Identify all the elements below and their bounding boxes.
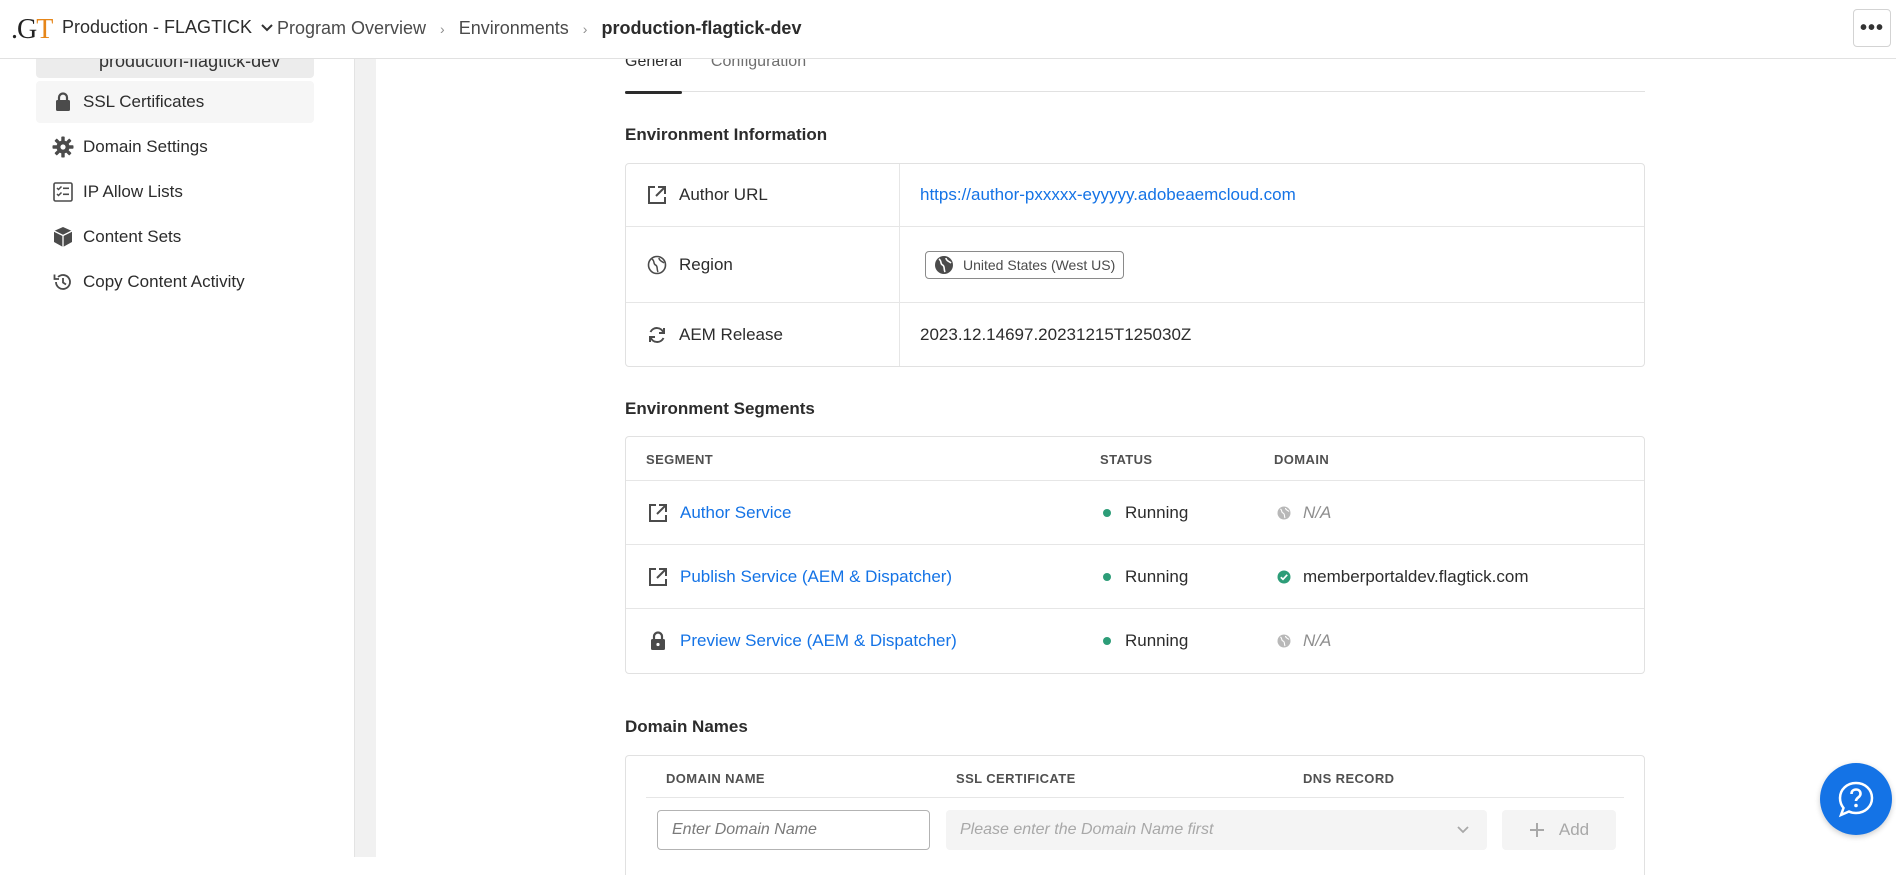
- breadcrumb-environments[interactable]: Environments: [459, 18, 569, 39]
- status-dot-icon: [1103, 637, 1111, 645]
- info-row-aem-release: AEM Release 2023.12.14697.20231215T12503…: [626, 303, 1644, 366]
- globe-icon: [1277, 634, 1291, 648]
- environment-segments-table: SEGMENT STATUS DOMAIN Author Service Run…: [625, 436, 1645, 674]
- sidebar-item-label: Content Sets: [83, 227, 182, 246]
- tab-general[interactable]: General: [625, 53, 682, 94]
- gear-icon: [50, 134, 76, 160]
- tab-configuration[interactable]: Configuration: [711, 53, 806, 92]
- domain-value: N/A: [1303, 502, 1332, 522]
- globe-icon: [1277, 506, 1291, 519]
- chevron-down-icon: [1457, 826, 1469, 834]
- program-name: Production - FLAGTICK: [62, 17, 253, 37]
- table-header: SEGMENT STATUS DOMAIN: [626, 437, 1644, 481]
- add-domain-button[interactable]: Add: [1502, 810, 1616, 850]
- domain-value: N/A: [1303, 631, 1332, 650]
- history-icon: [50, 269, 76, 295]
- top-bar: .GT Production - FLAGTICK Program Overvi…: [0, 0, 1896, 59]
- ssl-certificate-placeholder: Please enter the Domain Name first: [960, 821, 1214, 838]
- table-row: Preview Service (AEM & Dispatcher) Runni…: [626, 609, 1644, 673]
- domain-names-title: Domain Names: [625, 717, 748, 736]
- info-label: Author URL: [679, 185, 768, 204]
- status-dot-icon: [1103, 572, 1111, 581]
- ssl-certificate-select[interactable]: Please enter the Domain Name first: [946, 810, 1487, 850]
- globe-icon: [935, 255, 953, 274]
- external-link-icon: [646, 501, 670, 525]
- chevron-right-icon: ›: [440, 20, 445, 37]
- sidebar-item-ip-allow-lists[interactable]: IP Allow Lists: [36, 171, 314, 213]
- lock-icon: [50, 89, 76, 115]
- lock-icon: [646, 629, 670, 653]
- environment-segments-title: Environment Segments: [625, 399, 815, 418]
- author-url-link[interactable]: https://author-pxxxxx-eyyyyy.adobeaemclo…: [920, 185, 1296, 205]
- domain-value: memberportaldev.flagtick.com: [1303, 566, 1529, 586]
- breadcrumb-program-overview[interactable]: Program Overview: [277, 18, 426, 39]
- column-header-domain: DOMAIN: [1274, 452, 1330, 467]
- plus-icon: [1529, 823, 1544, 837]
- segment-link[interactable]: Preview Service (AEM & Dispatcher): [680, 631, 957, 651]
- chevron-down-icon: [261, 23, 273, 31]
- info-row-region: Region United States (West US): [626, 227, 1644, 303]
- program-switcher[interactable]: Production - FLAGTICK: [62, 17, 274, 38]
- environment-information-card: Author URL https://author-pxxxxx-eyyyyy.…: [625, 163, 1645, 367]
- column-header-dns-record: DNS RECORD: [1303, 771, 1395, 786]
- external-link-icon: [646, 565, 670, 589]
- check-circle-icon: [1277, 570, 1291, 583]
- region-value: United States (West US): [963, 256, 1116, 273]
- status-text: Running: [1125, 631, 1189, 650]
- table-header: DOMAIN NAME SSL CERTIFICATE DNS RECORD: [646, 756, 1624, 798]
- sidebar-item-selected[interactable]: production-flagtick-dev: [36, 51, 314, 78]
- help-button[interactable]: [1820, 763, 1892, 835]
- sidebar-item-label: IP Allow Lists: [83, 182, 183, 201]
- column-header-segment: SEGMENT: [646, 452, 714, 467]
- sidebar-item-label: Domain Settings: [83, 137, 208, 156]
- table-row: Author Service Running N/A: [626, 481, 1644, 545]
- help-chat-icon: [1838, 781, 1874, 818]
- column-header-domain-name: DOMAIN NAME: [666, 771, 766, 786]
- boxes-icon: [50, 224, 76, 250]
- external-link-icon: [646, 184, 668, 206]
- region-badge: United States (West US): [925, 250, 1125, 279]
- more-options-button[interactable]: •••: [1853, 9, 1891, 47]
- logo-letter-g: G: [17, 14, 37, 45]
- aem-release-value: 2023.12.14697.20231215T125030Z: [920, 324, 1192, 344]
- checklist-icon: [50, 179, 76, 205]
- status-text: Running: [1125, 566, 1189, 586]
- refresh-icon: [646, 324, 668, 346]
- info-label: AEM Release: [679, 324, 783, 344]
- column-header-ssl-certificate: SSL CERTIFICATE: [956, 771, 1076, 786]
- breadcrumb-current: production-flagtick-dev: [601, 18, 802, 38]
- sidebar-item-label: SSL Certificates: [83, 92, 205, 111]
- status-dot-icon: [1103, 508, 1111, 517]
- sidebar-item-copy-content-activity[interactable]: Copy Content Activity: [36, 261, 314, 303]
- add-label: Add: [1558, 820, 1590, 839]
- environment-information-title: Environment Information: [625, 125, 828, 144]
- column-header-status: STATUS: [1100, 452, 1153, 467]
- sidebar-item-ssl-certificates[interactable]: SSL Certificates: [36, 81, 314, 123]
- logo[interactable]: .GT: [11, 14, 53, 46]
- sidebar: production-flagtick-dev SSL Certificates…: [0, 51, 354, 857]
- domain-name-input[interactable]: [657, 810, 930, 850]
- domain-names-table: DOMAIN NAME SSL CERTIFICATE DNS RECORD P…: [625, 755, 1645, 875]
- table-row: Publish Service (AEM & Dispatcher) Runni…: [626, 545, 1644, 609]
- segment-link[interactable]: Author Service: [680, 503, 792, 523]
- sidebar-item-content-sets[interactable]: Content Sets: [36, 216, 314, 258]
- globe-icon: [646, 254, 668, 276]
- info-row-author-url: Author URL https://author-pxxxxx-eyyyyy.…: [626, 164, 1644, 227]
- sidebar-item-label: Copy Content Activity: [83, 272, 245, 291]
- breadcrumb: Program Overview › Environments › produc…: [277, 18, 801, 39]
- segment-link[interactable]: Publish Service (AEM & Dispatcher): [680, 567, 952, 587]
- info-label: Region: [679, 254, 733, 274]
- status-text: Running: [1125, 502, 1189, 522]
- logo-letter-t: T: [36, 14, 53, 45]
- ellipsis-icon: •••: [1859, 16, 1884, 39]
- chevron-right-icon: ›: [582, 20, 588, 37]
- tab-bar: General Configuration: [625, 53, 1645, 94]
- sidebar-item-domain-settings[interactable]: Domain Settings: [36, 126, 314, 168]
- main-content: General Configuration Environment Inform…: [376, 53, 1896, 875]
- sidebar-divider: [354, 59, 376, 857]
